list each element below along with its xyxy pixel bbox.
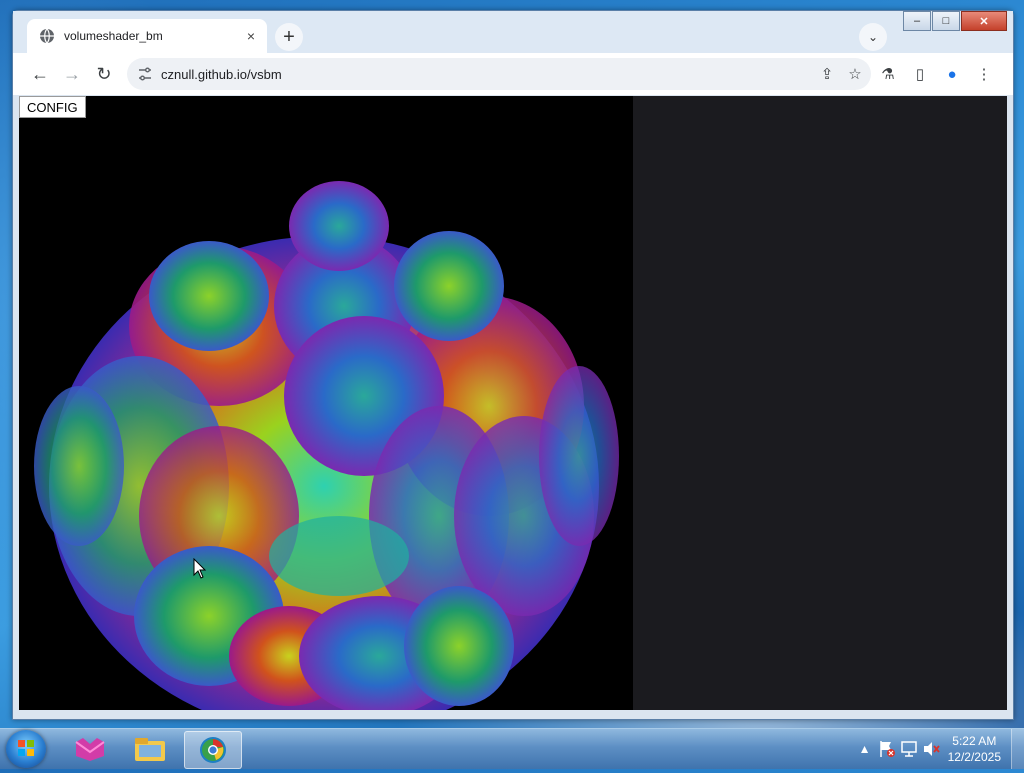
mouse-cursor-icon [193, 558, 207, 579]
tune-icon[interactable] [137, 66, 153, 82]
folder-icon [135, 738, 165, 761]
address-bar[interactable]: cznull.github.io/vsbm ⇪ ☆ [127, 58, 871, 90]
window-controls: – □ ✕ [902, 11, 1007, 31]
page-viewport: CONFIG [19, 96, 1007, 710]
globe-icon [40, 28, 54, 44]
clock-date: 12/2/2025 [947, 750, 1001, 764]
browser-toolbar: ← → ↻ cznull.github.io/vsbm ⇪ ☆ ⚗ ▯ ● ⋮ [13, 53, 1013, 95]
reload-button[interactable]: ↻ [91, 61, 117, 87]
maximize-button[interactable]: □ [932, 11, 960, 31]
tab-search-button[interactable]: ⌄ [859, 23, 887, 51]
browser-window: volumeshader_bm × + ⌄ – □ ✕ ← → ↻ cznull… [12, 10, 1014, 720]
config-button[interactable]: CONFIG [19, 96, 86, 118]
minimize-button[interactable]: – [903, 11, 931, 31]
tab-volumeshader[interactable]: volumeshader_bm × [27, 19, 267, 53]
browser-app-icon [200, 737, 226, 763]
network-icon[interactable] [898, 738, 920, 760]
taskbar: ▲ 5:22 AM 12/2/2025 [0, 728, 1024, 769]
windows-logo-icon [18, 740, 34, 756]
tab-close-icon[interactable]: × [241, 26, 261, 46]
side-panel-icon[interactable]: ▯ [907, 61, 933, 87]
taskbar-kitty-app[interactable] [62, 731, 118, 767]
new-tab-button[interactable]: + [275, 23, 303, 51]
tab-strip: volumeshader_bm × + ⌄ – □ ✕ [13, 11, 1013, 53]
render-canvas[interactable] [19, 96, 633, 710]
back-button[interactable]: ← [27, 61, 53, 87]
tab-title: volumeshader_bm [64, 29, 163, 43]
action-center-flag-icon[interactable] [876, 738, 898, 760]
bookmark-star-icon[interactable]: ☆ [843, 62, 867, 86]
profile-avatar-icon[interactable]: ● [939, 61, 965, 87]
show-hidden-icons-icon[interactable]: ▲ [854, 738, 876, 760]
show-desktop-button[interactable] [1011, 729, 1024, 769]
taskbar-file-explorer[interactable] [122, 731, 178, 767]
clock-time: 5:22 AM [952, 734, 997, 748]
blank-panel [633, 96, 1007, 710]
url-text[interactable]: cznull.github.io/vsbm [161, 67, 815, 82]
cat-app-icon [75, 738, 105, 761]
taskbar-chrome-browser[interactable] [184, 731, 242, 769]
start-button[interactable] [6, 730, 46, 768]
menu-icon[interactable]: ⋮ [971, 61, 997, 87]
fractal-render [34, 181, 619, 710]
system-tray: ▲ 5:22 AM 12/2/2025 [854, 729, 1024, 769]
clock[interactable]: 5:22 AM 12/2/2025 [948, 733, 1001, 765]
labs-icon[interactable]: ⚗ [875, 61, 901, 87]
close-button[interactable]: ✕ [961, 11, 1007, 31]
volume-muted-icon[interactable] [920, 738, 942, 760]
forward-button[interactable]: → [59, 61, 85, 87]
share-icon[interactable]: ⇪ [815, 62, 839, 86]
